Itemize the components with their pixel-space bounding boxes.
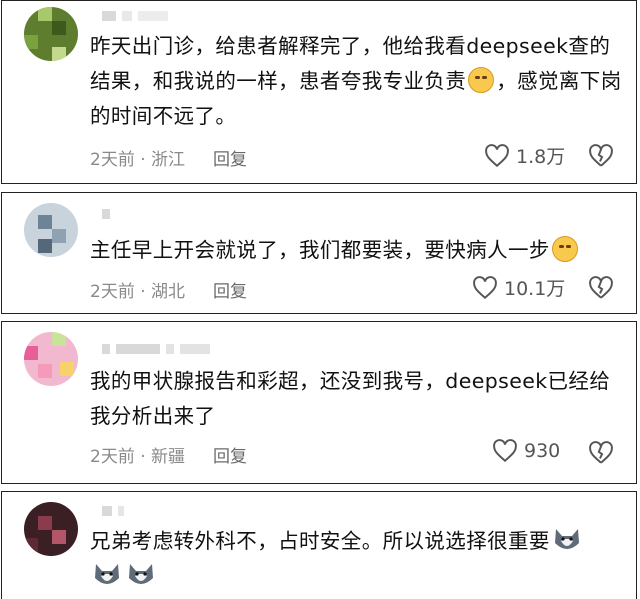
comment-time-location: 2天前 · 湖北 [90, 282, 186, 302]
comment-text: 昨天出门诊，给患者解释完了，他给我看deepseek查的结果，和我说的一样，患者… [90, 34, 622, 128]
comment-meta: 2天前 · 浙江 回复 [90, 145, 247, 170]
husky-dog-emoji-icon [126, 562, 156, 588]
comment-text: 兄弟考虑转外科不，占时安全。所以说选择很重要 [90, 524, 622, 594]
avatar[interactable] [24, 332, 78, 386]
husky-dog-emoji-icon [92, 562, 122, 588]
comment-meta: 2天前 · 新疆 回复 [90, 442, 247, 467]
username-blurred [102, 11, 168, 21]
comment-text: 我的甲状腺报告和彩超，还没到我号，deepseek已经给我分析出来了 [90, 369, 611, 428]
broken-heart-icon [589, 441, 613, 464]
like-count: 930 [524, 440, 561, 462]
reply-button[interactable]: 回复 [213, 277, 247, 302]
avatar[interactable] [24, 203, 78, 257]
dislike-button[interactable] [588, 276, 614, 300]
dislike-button[interactable] [588, 441, 614, 465]
broken-heart-icon [589, 144, 613, 167]
heart-outline-icon [473, 275, 497, 299]
reply-button[interactable]: 回复 [213, 442, 247, 467]
like-button[interactable]: 930 [492, 439, 560, 463]
dislike-button[interactable] [588, 144, 614, 168]
broken-heart-icon [589, 276, 613, 299]
username-blurred [102, 506, 124, 516]
avatar[interactable] [24, 7, 78, 61]
heart-outline-icon [485, 143, 509, 167]
like-button[interactable]: 1.8万 [484, 142, 565, 169]
comment-time-location: 2天前 · 新疆 [90, 447, 186, 467]
worried-sweat-emoji-icon [551, 236, 578, 262]
username-blurred [102, 209, 110, 219]
comment-time-location: 2天前 · 浙江 [90, 150, 186, 170]
username-blurred [102, 344, 210, 354]
comment-card: 昨天出门诊，给患者解释完了，他给我看deepseek查的结果，和我说的一样，患者… [1, 0, 637, 184]
crying-laughing-emoji-icon [468, 67, 495, 93]
comment-card: 主任早上开会就说了，我们都要装，要快病人一步 2天前 · 湖北 回复 10.1万 [1, 192, 637, 314]
reply-button[interactable]: 回复 [213, 145, 247, 170]
comment-text: 主任早上开会就说了，我们都要装，要快病人一步 [90, 233, 622, 268]
like-button[interactable]: 10.1万 [472, 274, 565, 301]
avatar[interactable] [24, 502, 78, 556]
comment-card: 兄弟考虑转外科不，占时安全。所以说选择很重要 [1, 491, 637, 599]
like-count: 10.1万 [504, 278, 566, 300]
husky-dog-emoji-icon [552, 527, 582, 553]
like-count: 1.8万 [516, 146, 566, 168]
heart-outline-icon [493, 439, 517, 463]
comment-meta: 2天前 · 湖北 回复 [90, 277, 247, 302]
comment-card: 我的甲状腺报告和彩超，还没到我号，deepseek已经给我分析出来了 2天前 ·… [1, 321, 637, 484]
